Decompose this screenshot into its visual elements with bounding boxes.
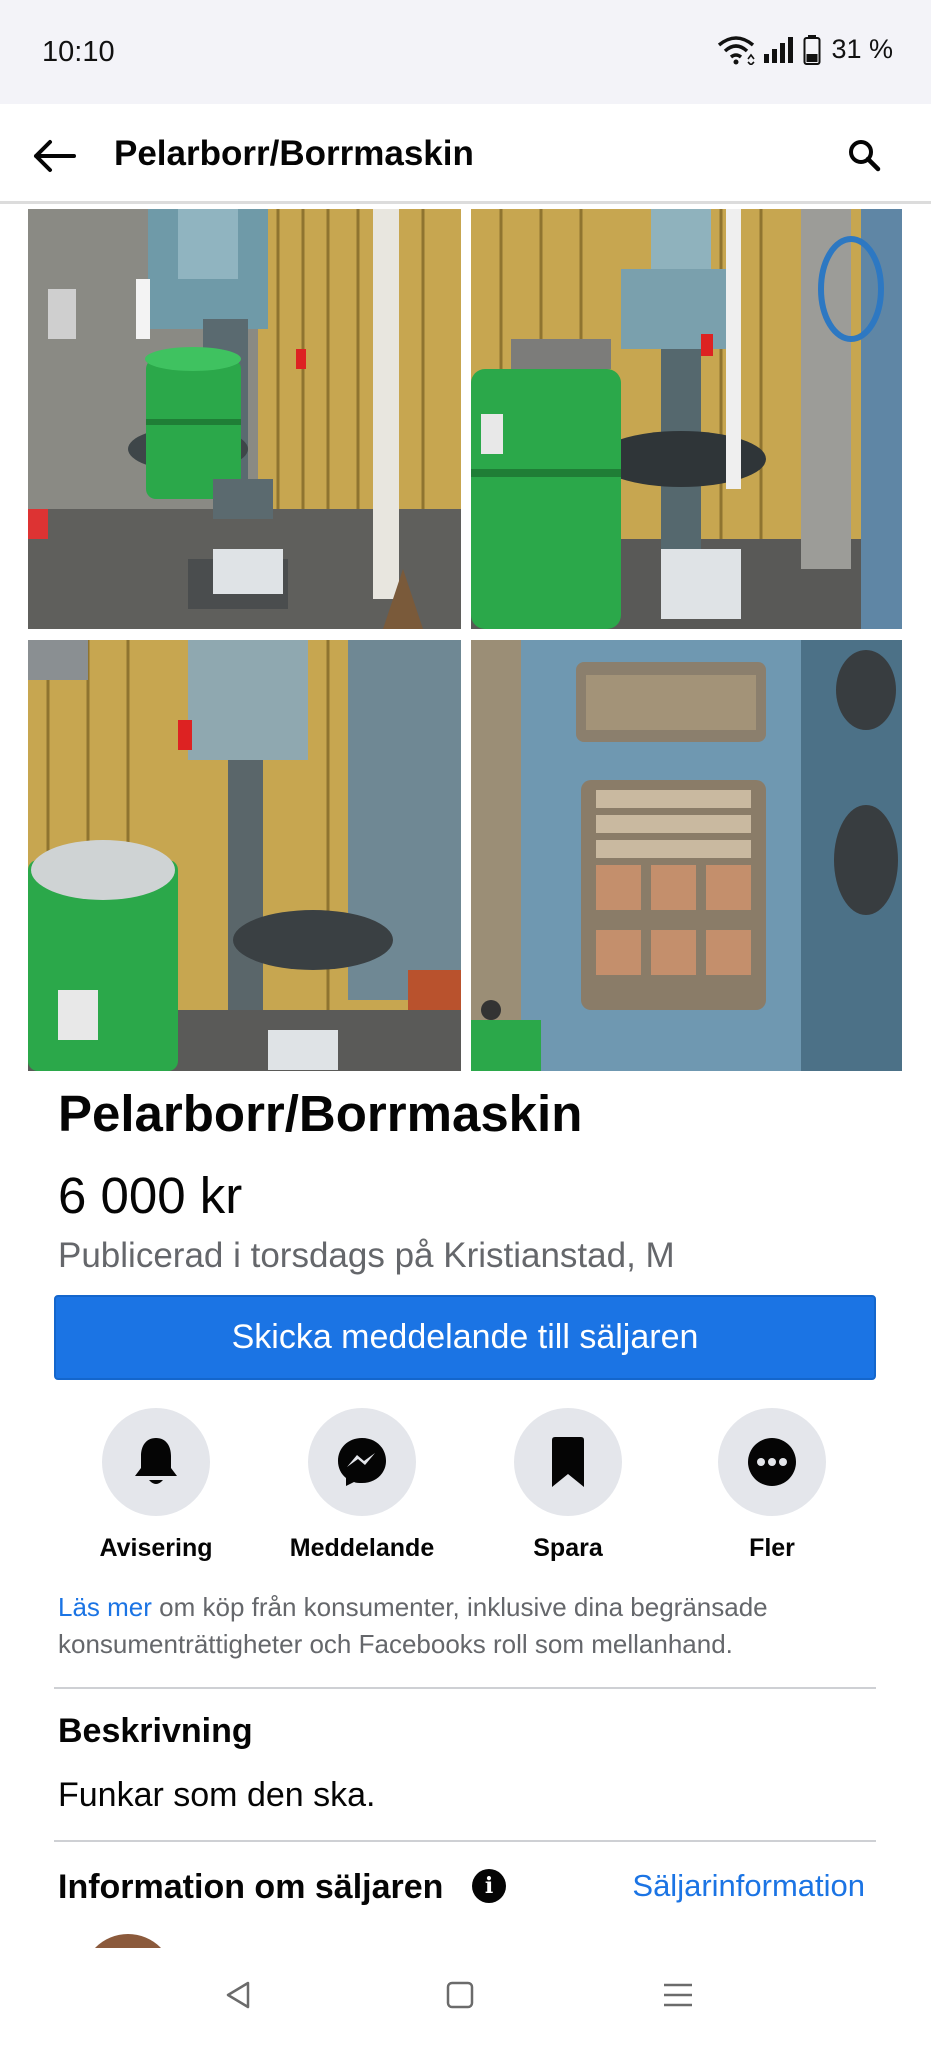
- app-header: Pelarborr/Borrmaskin: [0, 104, 931, 204]
- alert-action[interactable]: Avisering: [66, 1408, 246, 1563]
- system-nav-bar: [0, 1948, 931, 2048]
- nav-menu-button[interactable]: [648, 1970, 708, 2020]
- alert-label: Avisering: [99, 1534, 213, 1562]
- header-title: Pelarborr/Borrmaskin: [114, 134, 474, 173]
- listing-photo-1[interactable]: [28, 209, 461, 629]
- more-button[interactable]: [718, 1408, 826, 1516]
- listing-photo-3[interactable]: [28, 640, 461, 1071]
- save-label: Spara: [533, 1534, 603, 1562]
- back-button[interactable]: [28, 130, 80, 182]
- listing-photo-4[interactable]: [471, 640, 902, 1071]
- divider: [54, 1687, 876, 1689]
- more-icon: [748, 1438, 796, 1486]
- listing-meta: Publicerad i torsdags på Kristianstad, M: [58, 1236, 675, 1275]
- message-seller-button[interactable]: Skicka meddelande till säljaren: [54, 1295, 876, 1380]
- more-label: Fler: [749, 1534, 795, 1562]
- read-more-link[interactable]: Läs mer: [58, 1592, 152, 1622]
- triangle-back-icon: [226, 1981, 250, 2009]
- nav-home-button[interactable]: [430, 1970, 490, 2020]
- seller-heading: Information om säljaren: [58, 1868, 444, 1906]
- listing-photo-2[interactable]: [471, 209, 902, 629]
- battery-icon: [803, 34, 821, 65]
- search-icon: [849, 140, 881, 172]
- photo-gallery: [28, 209, 902, 1071]
- listing-title: Pelarborr/Borrmaskin: [58, 1085, 583, 1142]
- menu-lines-icon: [664, 1983, 692, 2007]
- consumer-info-text: Läs mer om köp från konsumenter, inklusi…: [58, 1589, 878, 1663]
- message-action[interactable]: Meddelande: [272, 1408, 452, 1563]
- nav-back-button[interactable]: [208, 1970, 268, 2020]
- action-row: Avisering Meddelande Spara Fler: [0, 1408, 931, 1568]
- description-body: Funkar som den ska.: [58, 1776, 376, 1814]
- save-button[interactable]: [514, 1408, 622, 1516]
- alert-button[interactable]: [102, 1408, 210, 1516]
- info-icon[interactable]: i: [472, 1869, 506, 1903]
- square-home-icon: [446, 1981, 474, 2009]
- consumer-info-body: om köp från konsumenter, inklusive dina …: [58, 1592, 768, 1659]
- status-time: 10:10: [42, 36, 115, 68]
- status-icons: 31 %: [717, 34, 893, 65]
- listing-price: 6 000 kr: [58, 1167, 243, 1224]
- signal-icon: [763, 36, 795, 64]
- arrow-left-icon: [34, 140, 76, 172]
- search-button[interactable]: [841, 132, 887, 178]
- battery-percent: 31 %: [831, 34, 893, 64]
- divider: [54, 1840, 876, 1842]
- messenger-button[interactable]: [308, 1408, 416, 1516]
- status-bar: 10:10 31 %: [0, 0, 931, 104]
- bookmark-icon: [552, 1437, 584, 1487]
- more-action[interactable]: Fler: [682, 1408, 862, 1563]
- wifi-icon: [717, 35, 756, 65]
- bell-icon: [135, 1438, 177, 1484]
- seller-info-link[interactable]: Säljarinformation: [632, 1868, 865, 1904]
- message-label: Meddelande: [289, 1534, 435, 1562]
- description-heading: Beskrivning: [58, 1712, 253, 1750]
- save-action[interactable]: Spara: [478, 1408, 658, 1563]
- messenger-icon: [338, 1438, 386, 1486]
